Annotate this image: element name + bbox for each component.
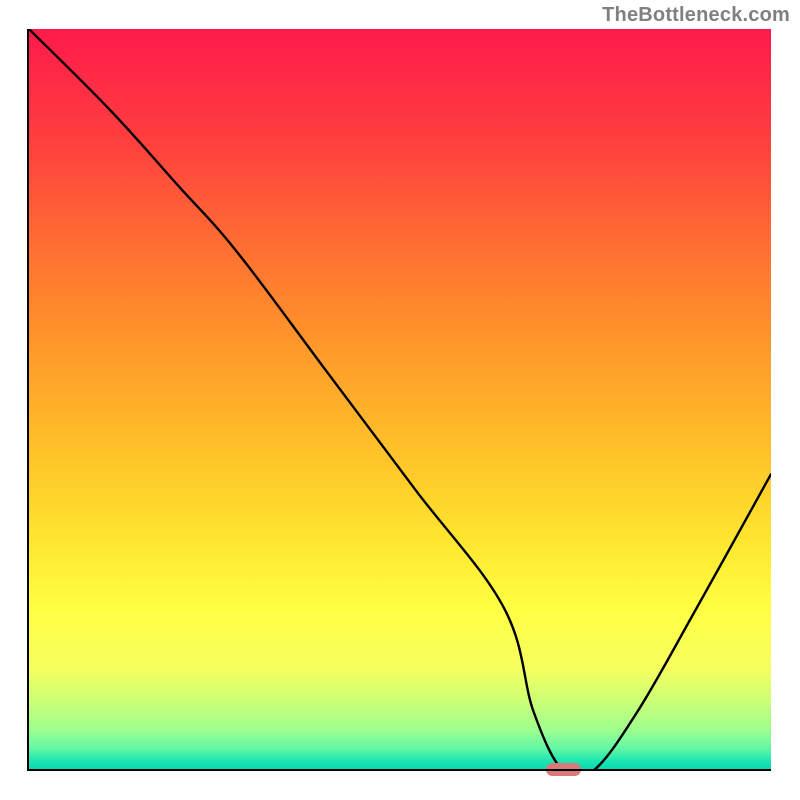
watermark-text: TheBottleneck.com xyxy=(602,4,790,27)
y-axis xyxy=(27,29,29,771)
chart-container: TheBottleneck.com xyxy=(0,0,800,800)
plot-background-gradient xyxy=(29,29,771,771)
x-axis xyxy=(29,769,771,771)
